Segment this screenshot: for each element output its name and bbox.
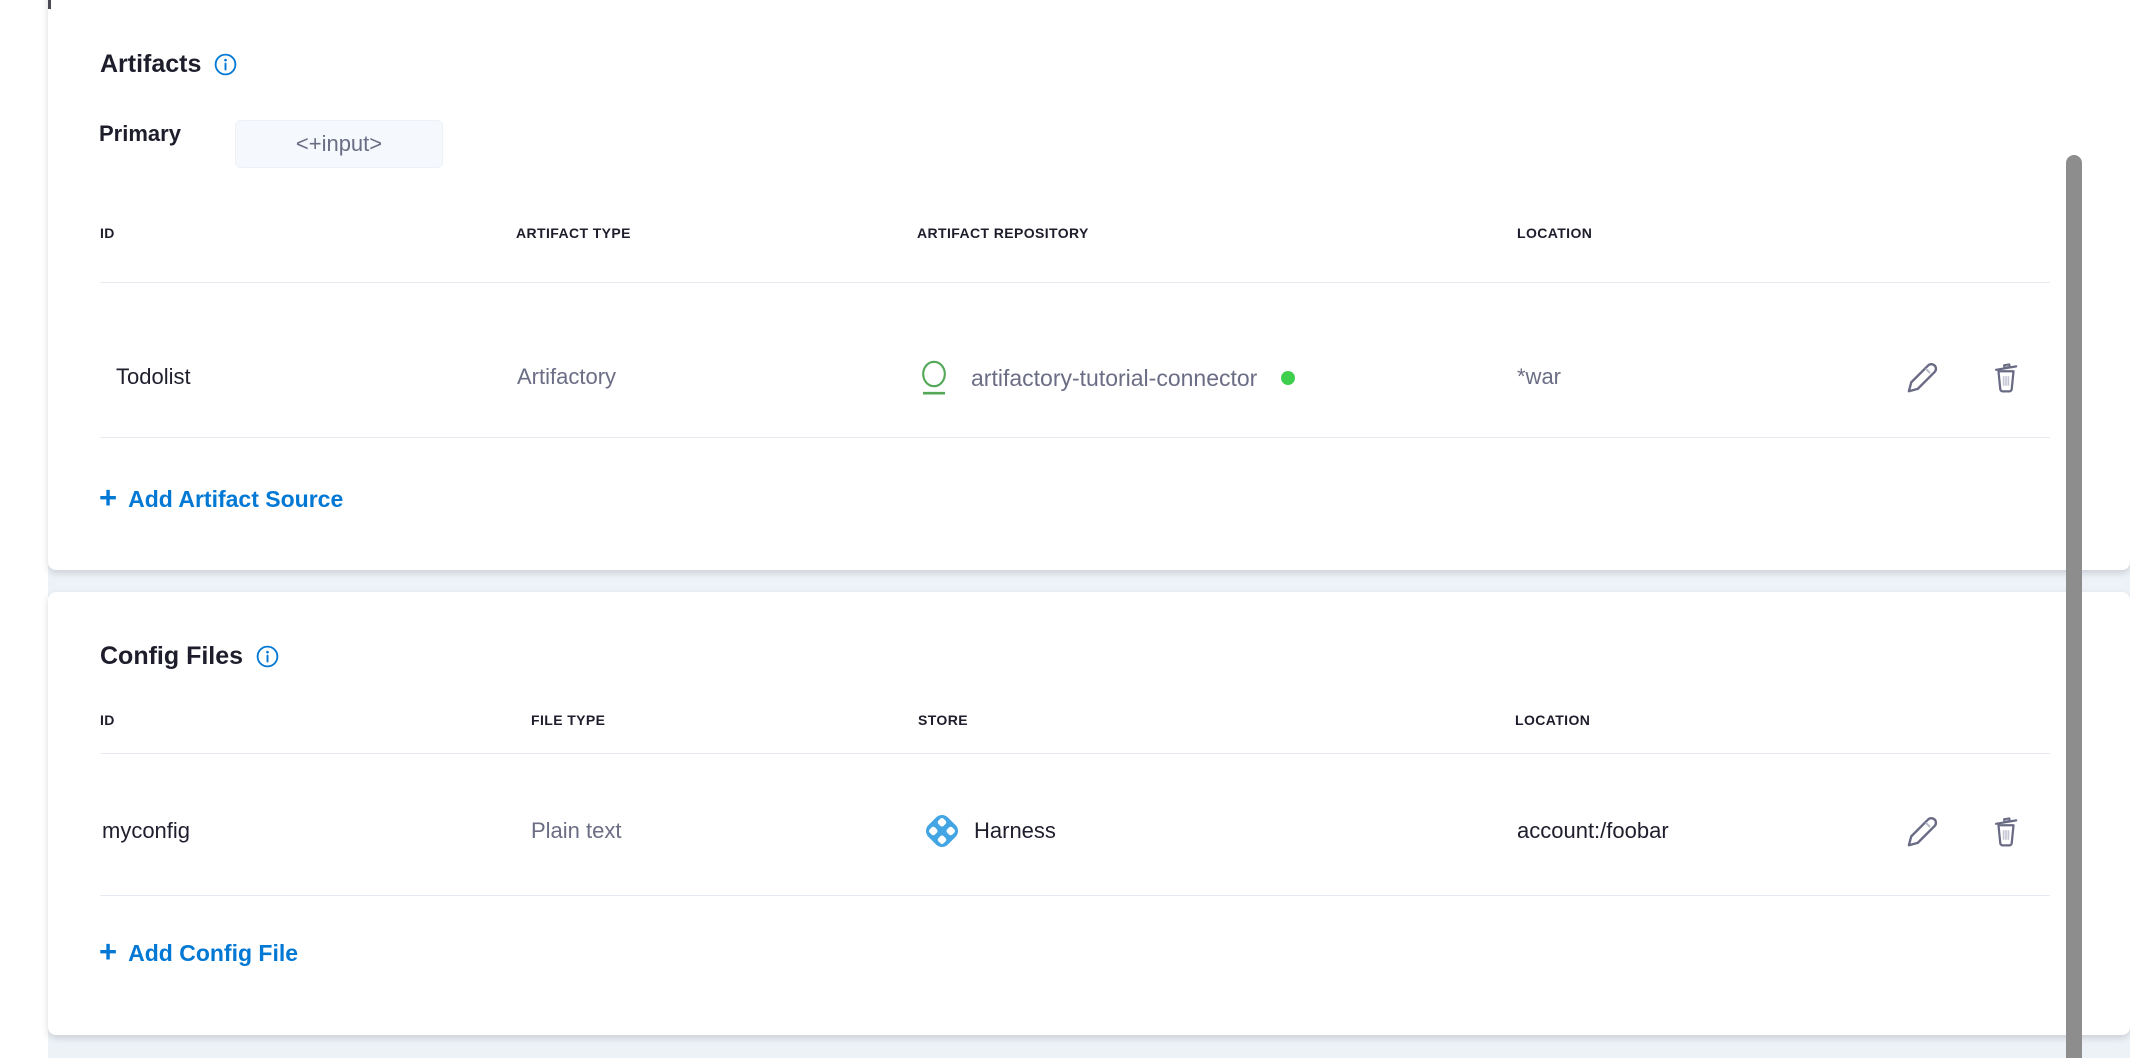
column-header-file-type: FILE TYPE: [531, 711, 605, 729]
column-header-store: STORE: [918, 711, 968, 729]
config-files-header: Config Files: [100, 640, 279, 672]
trash-icon: [1988, 813, 2024, 849]
harness-store-icon: [920, 809, 964, 853]
add-config-file-label: Add Config File: [128, 938, 298, 968]
config-store-cell: Harness: [920, 809, 1056, 853]
column-header-id: ID: [100, 711, 115, 729]
config-id-cell: myconfig: [102, 816, 190, 846]
config-files-section: Config Files ID FILE TYPE STORE LOCATION…: [0, 0, 2130, 1058]
plus-icon: +: [99, 937, 117, 967]
table-divider: [100, 753, 2050, 754]
column-header-location: LOCATION: [1515, 711, 1590, 729]
info-icon[interactable]: [256, 645, 279, 668]
edit-pencil-icon: [1903, 812, 1941, 850]
config-files-title: Config Files: [100, 640, 243, 672]
service-definition-screen: Artifacts Primary <+input> ID ARTIFACT T…: [0, 0, 2130, 1058]
vertical-scrollbar-thumb[interactable]: [2066, 155, 2082, 1058]
add-config-file-button[interactable]: + Add Config File: [99, 938, 298, 968]
table-divider: [100, 895, 2050, 896]
config-store-name: Harness: [974, 818, 1056, 844]
panel-edge-divider: [48, 0, 51, 9]
info-icon: [256, 645, 279, 668]
edit-config-file-button[interactable]: [1902, 811, 1942, 851]
config-location-cell: account:/foobar: [1517, 816, 1669, 846]
delete-config-file-button[interactable]: [1986, 811, 2026, 851]
config-file-type-cell: Plain text: [531, 816, 622, 846]
